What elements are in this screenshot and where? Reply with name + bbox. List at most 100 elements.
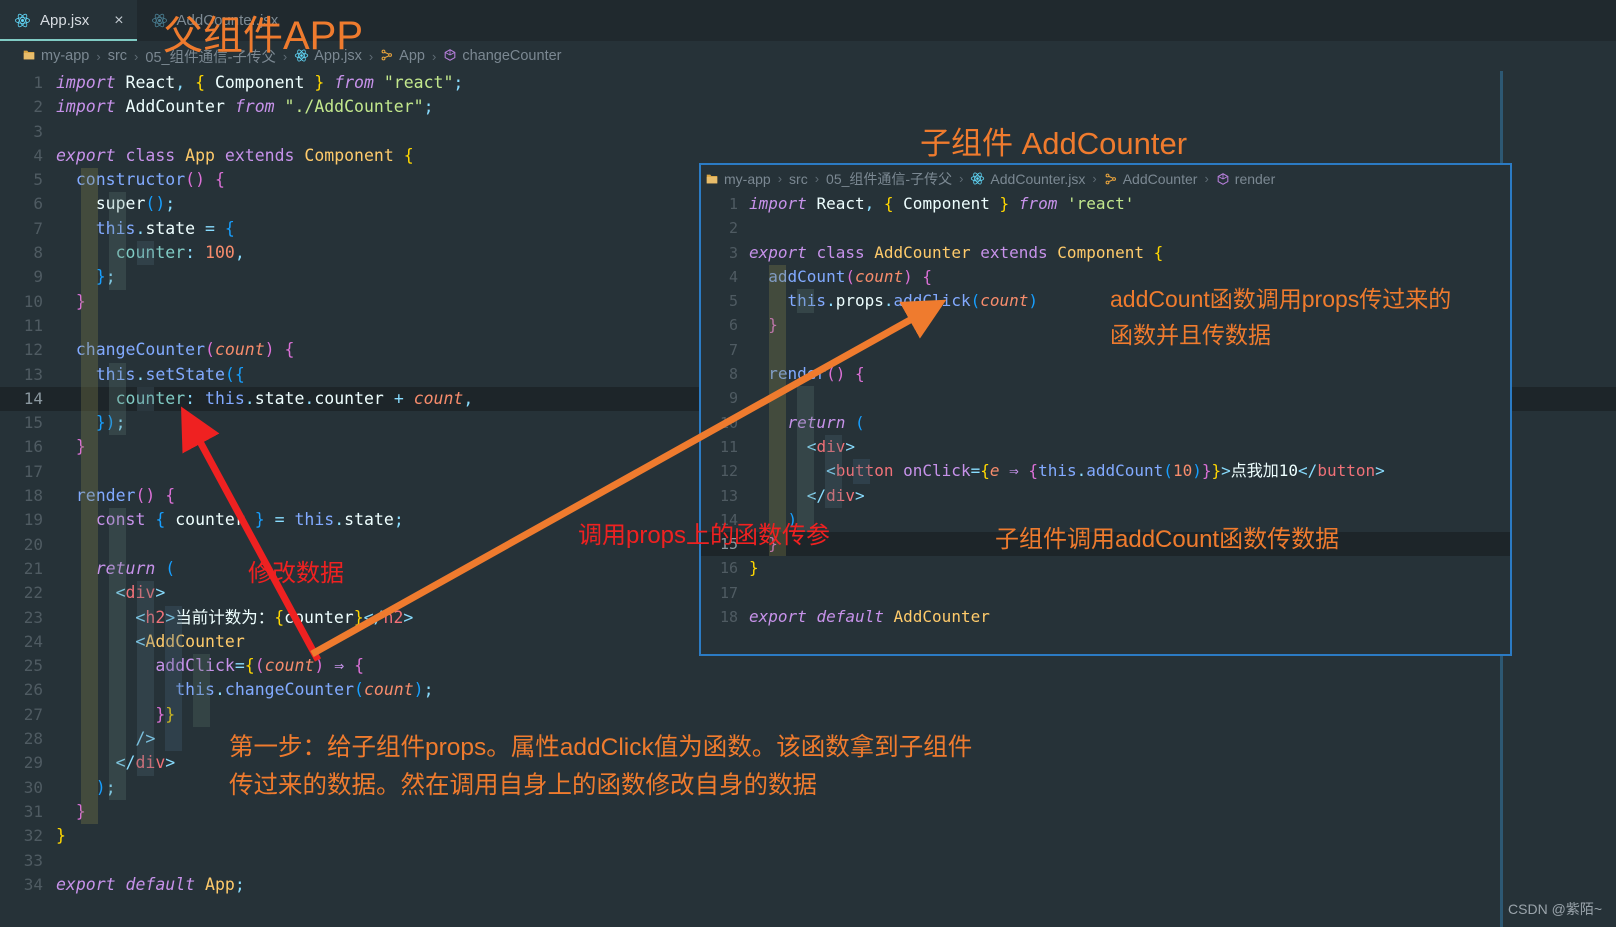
code-line[interactable]: 34 export default App; [0, 873, 1616, 897]
code-line[interactable]: 11 <div> [701, 434, 1510, 460]
line-content[interactable] [56, 849, 1616, 873]
indent-guide [81, 484, 98, 509]
breadcrumb-item-my-app[interactable]: my-app [705, 171, 771, 187]
inset-breadcrumb[interactable]: my-app › src › 05_组件通信-子传父 › AddCounter.jsx › Ad… [701, 165, 1510, 192]
indent-guide [853, 459, 870, 484]
line-number: 23 [23, 607, 43, 627]
indent-guide [165, 654, 182, 679]
code-line[interactable]: 1 import React, { Component } from 'react… [701, 192, 1510, 216]
code-line[interactable]: 1 import React, { Component } from "react… [0, 71, 1616, 95]
indent-guide [769, 313, 786, 338]
code-line[interactable]: 16} [701, 556, 1510, 580]
line-number: 8 [728, 365, 738, 384]
tab-app-jsx[interactable]: App.jsx × [0, 0, 137, 41]
breadcrumb-item-my-app[interactable]: my-app [22, 48, 89, 64]
line-content[interactable]: import React, { Component } from 'react' [749, 192, 1510, 216]
code-line[interactable]: 2 [701, 216, 1510, 240]
line-content[interactable]: return ( [749, 411, 1510, 435]
indent-guide [769, 264, 786, 290]
breadcrumb-separator: › [959, 171, 964, 186]
line-content[interactable]: export default App; [56, 873, 1616, 897]
code-line[interactable]: 9 [701, 386, 1510, 411]
indent-guide [81, 289, 98, 314]
code-line[interactable]: 25 addClick={(count) ⇒ { [0, 654, 1616, 679]
breadcrumb-item-src[interactable]: src [789, 171, 808, 187]
line-number: 2 [33, 97, 43, 117]
breadcrumb-item-App[interactable]: App [380, 48, 425, 64]
line-content[interactable] [749, 216, 1510, 240]
code-line[interactable]: 2 import AddCounter from "./AddCounter"; [0, 95, 1616, 119]
indent-guide [109, 265, 126, 290]
indent-guide [193, 654, 210, 679]
line-content[interactable] [56, 120, 1616, 144]
indent-guide [81, 168, 98, 193]
indent-guide [769, 289, 786, 314]
breadcrumb-item-label: src [789, 170, 808, 187]
code-line[interactable]: 3 export class AddCounter extends Compone… [701, 241, 1510, 265]
inset-editor-addcounter-jsx[interactable]: my-app › src › 05_组件通信-子传父 › AddCounter.jsx › Ad… [699, 163, 1512, 656]
line-content[interactable] [749, 581, 1510, 605]
line-number: 13 [719, 486, 738, 505]
indent-guide [81, 313, 98, 339]
line-content[interactable]: this.changeCounter(count); [56, 678, 1616, 702]
line-content[interactable]: } [56, 824, 1616, 848]
breadcrumb-item-changeCounter[interactable]: changeCounter [443, 48, 562, 64]
breadcrumb-item-05_组件通信-子传父[interactable]: 05_组件通信-子传父 [826, 169, 952, 189]
line-content[interactable]: }} [56, 703, 1616, 727]
line-number: 16 [719, 559, 738, 578]
line-content[interactable]: import AddCounter from "./AddCounter"; [56, 95, 1616, 119]
folder-icon [705, 171, 719, 187]
line-number: 13 [23, 364, 43, 384]
code-line[interactable]: 8 render() { [701, 362, 1510, 387]
indent-guide [137, 702, 154, 728]
annotation-bottom-note: 第一步：给子组件props。属性addClick值为函数。该函数拿到子组件 传过… [229, 734, 973, 799]
breadcrumb-item-src[interactable]: src [108, 48, 127, 64]
line-content[interactable] [749, 386, 1510, 410]
code-line[interactable]: 10 return ( [701, 410, 1510, 435]
line-content[interactable]: import React, { Component } from "react"… [56, 71, 1616, 95]
code-line[interactable]: 33 [0, 849, 1616, 873]
indent-guide [769, 410, 786, 435]
indent-guide [109, 629, 126, 655]
indent-guide [137, 654, 154, 679]
line-number: 11 [23, 315, 43, 335]
line-number: 5 [33, 170, 43, 190]
line-number: 7 [728, 340, 738, 359]
code-line[interactable]: 3 [0, 120, 1616, 144]
breadcrumb-item-AddCounter[interactable]: AddCounter [1104, 171, 1197, 187]
code-line[interactable]: 17 [701, 581, 1510, 605]
line-number: 3 [728, 243, 738, 262]
breadcrumb-item-label: 05_组件通信-子传父 [826, 170, 953, 187]
line-content[interactable]: } [749, 556, 1510, 580]
line-content[interactable]: </div> [749, 484, 1510, 508]
breadcrumb-separator: › [96, 48, 101, 64]
indent-guide [109, 727, 126, 752]
breadcrumb-item-AddCounter.jsx[interactable]: AddCounter.jsx [970, 171, 1085, 187]
indent-guide [137, 629, 154, 655]
breadcrumb-item-label: AddCounter.jsx [990, 170, 1086, 187]
line-content[interactable]: <div> [749, 435, 1510, 459]
indent-guide [81, 775, 98, 800]
breadcrumb-item-label: src [107, 48, 128, 64]
close-icon[interactable]: × [114, 12, 123, 29]
indent-guide [769, 386, 786, 411]
indent-guide [797, 483, 814, 508]
line-content[interactable]: render() { [749, 362, 1510, 386]
indent-guide [81, 556, 98, 582]
line-content[interactable]: export class AddCounter extends Componen… [749, 241, 1510, 265]
indent-guide [109, 702, 126, 728]
code-line[interactable]: 32} [0, 824, 1616, 848]
line-content[interactable]: addClick={(count) ⇒ { [56, 654, 1616, 678]
code-line[interactable]: 12 <button onClick={e ⇒ {this.addCount(1… [701, 459, 1510, 484]
react-icon [14, 12, 31, 29]
code-line[interactable]: 18 export default AddCounter [701, 605, 1510, 629]
code-line[interactable]: 26 this.changeCounter(count); [0, 678, 1616, 703]
indent-guide [109, 581, 126, 606]
line-number: 34 [23, 874, 43, 894]
line-content[interactable]: export default AddCounter [749, 605, 1510, 629]
code-line[interactable]: 27 }} [0, 702, 1616, 728]
breadcrumb-item-label: App [399, 48, 425, 64]
breadcrumb-item-render[interactable]: render [1216, 171, 1275, 187]
code-line[interactable]: 13 </div> [701, 483, 1510, 508]
indent-guide [137, 605, 154, 630]
